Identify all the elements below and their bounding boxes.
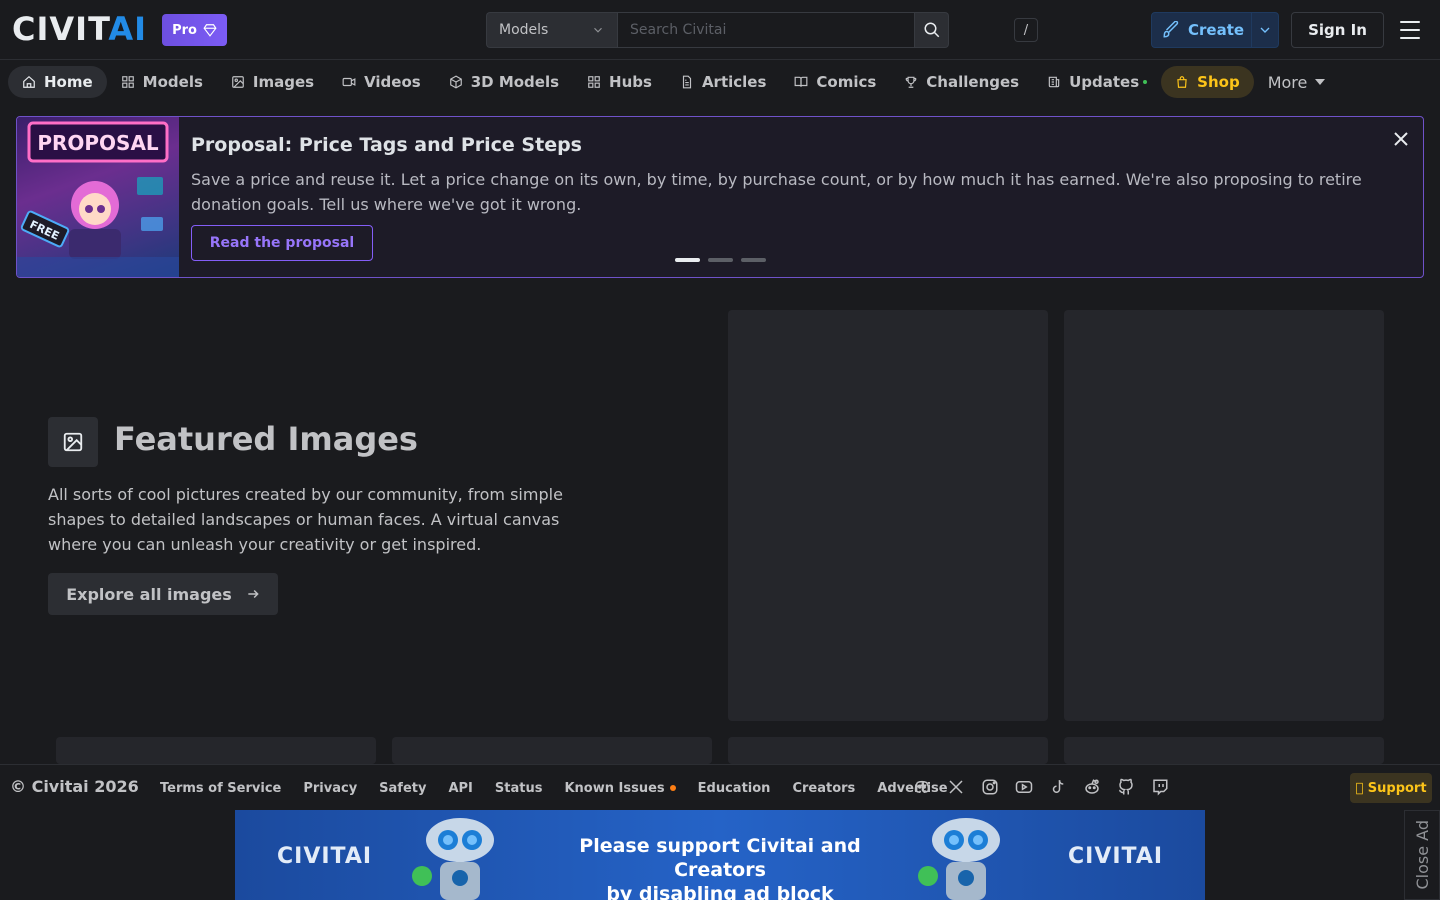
svg-text:PROPOSAL: PROPOSAL: [37, 131, 159, 155]
github-icon[interactable]: [1116, 777, 1136, 797]
carousel-dot[interactable]: [675, 258, 700, 262]
close-banner-button[interactable]: [1391, 129, 1411, 149]
trophy-icon: [905, 76, 917, 88]
news-icon: [1048, 76, 1060, 88]
proposal-illustration: PROPOSAL FREE: [17, 117, 179, 277]
image-icon: [63, 432, 83, 452]
tiktok-icon[interactable]: [1048, 777, 1068, 797]
nav-videos[interactable]: Videos: [328, 66, 435, 98]
nav-images[interactable]: Images: [217, 66, 328, 98]
bag-icon: [1177, 76, 1187, 88]
nav-shop[interactable]: Shop: [1161, 66, 1254, 98]
announcement-banner: PROPOSAL FREE Proposal: Price Tags and P…: [16, 116, 1424, 278]
book-icon: [794, 76, 808, 87]
nav-3d-models[interactable]: 3D Models: [435, 66, 573, 98]
main-nav: Home Models Images Videos 3D Models Hubs…: [0, 60, 1440, 104]
cube-icon: [449, 75, 462, 89]
grid-icon: [121, 76, 134, 88]
footer-link-status[interactable]: Status: [484, 781, 554, 796]
brush-icon: [1163, 21, 1179, 38]
arrow-right-icon: [248, 589, 259, 599]
footer-link-privacy[interactable]: Privacy: [292, 781, 368, 796]
known-issues-indicator: [669, 785, 676, 791]
chevron-down-icon: [1260, 27, 1270, 33]
robot-mascot-icon: [412, 818, 494, 900]
sign-in-button[interactable]: Sign In: [1291, 12, 1384, 48]
read-proposal-button[interactable]: Read the proposal: [191, 225, 373, 261]
updates-indicator: [1143, 80, 1148, 84]
civitai-logo[interactable]: CIVITAI: [12, 13, 147, 45]
reddit-icon[interactable]: [1082, 777, 1102, 797]
nav-hubs[interactable]: Hubs: [573, 66, 666, 98]
twitch-icon[interactable]: [1150, 777, 1170, 797]
menu-icon[interactable]: [1396, 18, 1424, 42]
youtube-icon[interactable]: [1014, 777, 1034, 797]
image-card-placeholder[interactable]: [728, 737, 1048, 764]
footer-link-known-issues[interactable]: Known Issues: [553, 781, 686, 796]
image-card-placeholder[interactable]: [728, 310, 1048, 721]
chevron-down-icon: [594, 27, 602, 33]
nav-updates[interactable]: Updates: [1033, 66, 1161, 98]
top-header: CIVITAI Pro Models / Create Sign In: [0, 0, 1440, 60]
nav-challenges[interactable]: Challenges: [890, 66, 1033, 98]
image-icon: [232, 76, 244, 88]
image-card-placeholder[interactable]: [1064, 310, 1384, 721]
search-bar: Models /: [486, 12, 1038, 48]
create-button[interactable]: Create: [1151, 12, 1279, 48]
footer-link-api[interactable]: API: [437, 781, 483, 796]
featured-images-title: Featured Images: [114, 420, 418, 458]
copyright-text: © Civitai 2026: [10, 777, 139, 796]
footer: © Civitai 2026 Terms of Service Privacy …: [0, 764, 1440, 810]
grid-icon: [588, 76, 600, 88]
footer-link-education[interactable]: Education: [687, 781, 782, 796]
banner-description: Save a price and reuse it. Let a price c…: [191, 170, 1362, 214]
ad-logo-right: CIVITAI: [1068, 844, 1164, 869]
carousel-dot[interactable]: [741, 258, 766, 262]
nav-models[interactable]: Models: [107, 66, 217, 98]
home-icon: [23, 75, 35, 88]
footer-link-terms[interactable]: Terms of Service: [149, 781, 292, 796]
footer-link-creators[interactable]: Creators: [781, 781, 866, 796]
x-icon[interactable]: [946, 777, 966, 797]
nav-home[interactable]: Home: [8, 66, 107, 98]
search-shortcut-key: /: [1014, 18, 1038, 42]
ad-logo-left: CIVITAI: [277, 844, 373, 869]
social-links: [912, 777, 1170, 797]
pro-button[interactable]: Pro: [162, 14, 227, 46]
discord-icon[interactable]: [912, 777, 932, 797]
image-card-placeholder[interactable]: [56, 737, 376, 764]
nav-more-dropdown[interactable]: More: [1254, 66, 1340, 98]
file-icon: [682, 75, 692, 89]
carousel-indicators: [675, 258, 766, 262]
instagram-icon[interactable]: [980, 777, 1000, 797]
search-icon: [924, 22, 939, 38]
close-ad-button[interactable]: Close Ad: [1404, 810, 1440, 900]
ad-message: Please support Civitai and Creators by d…: [579, 835, 861, 900]
footer-link-safety[interactable]: Safety: [368, 781, 437, 796]
search-input[interactable]: [617, 12, 915, 48]
close-icon: [1394, 132, 1408, 146]
ad-banner[interactable]: CIVITAI Please support Civitai and Creat…: [235, 810, 1205, 900]
nav-comics[interactable]: Comics: [780, 66, 890, 98]
featured-images-description: All sorts of cool pictures created by ou…: [48, 485, 563, 554]
explore-all-images-button[interactable]: Explore all images: [48, 573, 278, 615]
diamond-icon: [203, 24, 217, 37]
image-card-placeholder[interactable]: [1064, 737, 1384, 764]
search-scope-select[interactable]: Models: [486, 12, 617, 48]
image-card-placeholder[interactable]: [392, 737, 712, 764]
carousel-dot[interactable]: [708, 258, 733, 262]
footer-links: Terms of Service Privacy Safety API Stat…: [149, 765, 959, 811]
featured-images-icon: [48, 417, 98, 467]
caret-down-icon: [1315, 79, 1326, 85]
create-dropdown-toggle[interactable]: [1251, 13, 1278, 47]
search-button[interactable]: [915, 12, 949, 48]
video-icon: [342, 77, 356, 87]
banner-title: Proposal: Price Tags and Price Steps: [191, 134, 582, 156]
nav-articles[interactable]: Articles: [666, 66, 780, 98]
robot-mascot-icon: [918, 818, 1000, 900]
support-button[interactable]:   Support: [1350, 773, 1432, 803]
